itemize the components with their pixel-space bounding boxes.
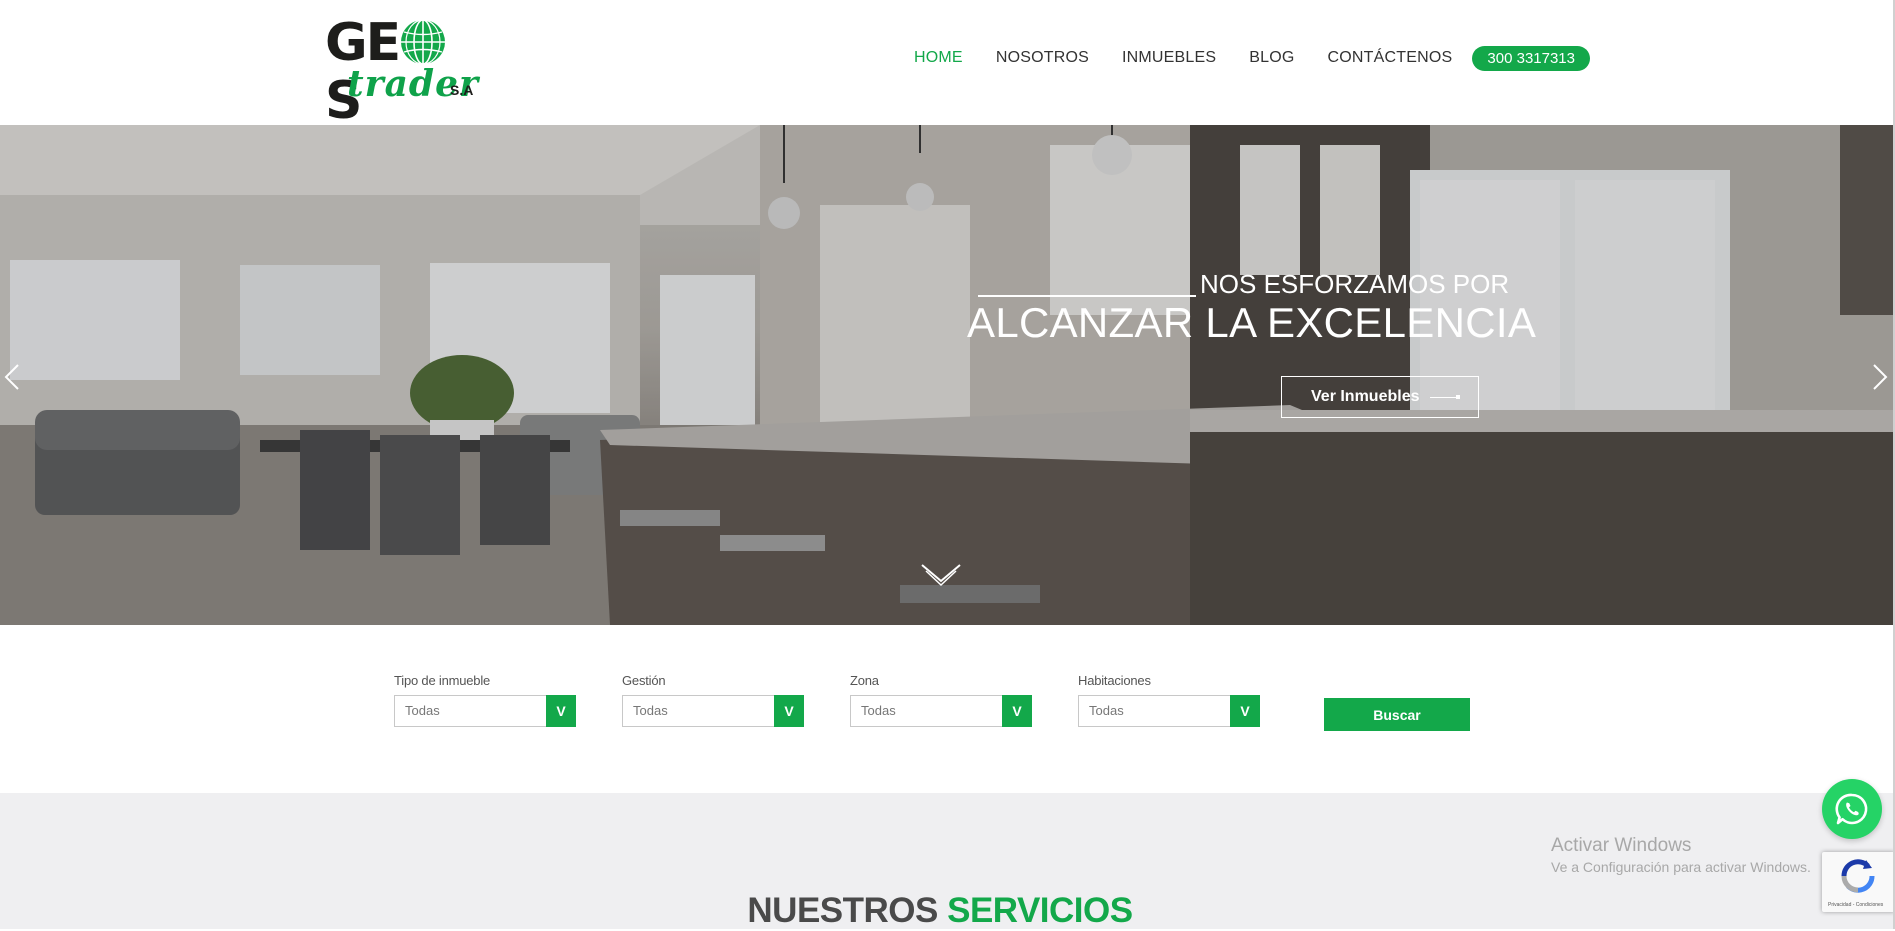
nav-inmuebles[interactable]: INMUEBLES bbox=[1122, 49, 1216, 67]
search-button[interactable]: Buscar bbox=[1324, 698, 1470, 731]
filter-rooms: Habitaciones Todas V bbox=[1078, 673, 1260, 727]
nav-home[interactable]: HOME bbox=[914, 49, 963, 67]
main-nav: HOME NOSOTROS INMUEBLES BLOG CONTÁCTENOS… bbox=[914, 44, 1590, 72]
whatsapp-icon bbox=[1835, 793, 1868, 825]
hero-slider: NOS ESFORZAMOS POR ALCANZAR LA EXCELENCI… bbox=[0, 125, 1895, 625]
hero-subtitle: NOS ESFORZAMOS POR bbox=[1200, 269, 1510, 299]
services-title-part2: SERVICIOS bbox=[947, 891, 1133, 930]
recaptcha-links[interactable]: Privacidad - Condiciones bbox=[1828, 902, 1883, 908]
select-value: Todas bbox=[1089, 703, 1124, 718]
filter-label: Tipo de inmueble bbox=[394, 673, 491, 688]
hero-title: ALCANZAR LA EXCELENCIA bbox=[967, 299, 1537, 346]
filter-label: Habitaciones bbox=[1078, 673, 1151, 688]
nav-nosotros[interactable]: NOSOTROS bbox=[996, 49, 1089, 67]
recaptcha-badge[interactable]: Privacidad - Condiciones bbox=[1822, 852, 1895, 912]
site-header: GE S trader S.A HOME NOSOTROS INMUEBLES … bbox=[0, 0, 1895, 130]
hero-divider-line bbox=[978, 295, 1196, 297]
dropdown-caret-icon[interactable]: V bbox=[1230, 695, 1260, 727]
view-properties-button[interactable]: Ver Inmuebles bbox=[1281, 376, 1479, 418]
globe-icon bbox=[401, 19, 446, 65]
whatsapp-button[interactable] bbox=[1822, 779, 1882, 839]
zone-select[interactable]: Todas V bbox=[850, 695, 1032, 727]
filter-label: Zona bbox=[850, 673, 879, 688]
site-logo[interactable]: GE S trader S.A bbox=[325, 14, 478, 130]
management-select[interactable]: Todas V bbox=[622, 695, 804, 727]
select-value: Todas bbox=[633, 703, 668, 718]
nav-contactenos[interactable]: CONTÁCTENOS bbox=[1328, 49, 1453, 67]
select-value: Todas bbox=[861, 703, 896, 718]
filter-property-type: Tipo de inmueble Todas V bbox=[394, 673, 576, 727]
dropdown-caret-icon[interactable]: V bbox=[546, 695, 576, 727]
services-title-part1: NUESTROS bbox=[747, 891, 938, 930]
view-properties-label: Ver Inmuebles bbox=[1311, 388, 1420, 405]
chevron-left-icon[interactable] bbox=[0, 357, 30, 397]
nav-blog[interactable]: BLOG bbox=[1249, 49, 1294, 67]
windows-activation-watermark: Activar Windows Ve a Configuración para … bbox=[1551, 834, 1811, 876]
arrow-right-icon bbox=[1430, 395, 1460, 399]
filter-zone: Zona Todas V bbox=[850, 673, 1032, 727]
recaptcha-icon bbox=[1841, 859, 1875, 893]
chevron-right-icon[interactable] bbox=[1862, 357, 1892, 397]
dropdown-caret-icon[interactable]: V bbox=[1002, 695, 1032, 727]
property-search: Tipo de inmueble Todas V Gestión Todas V… bbox=[0, 625, 1895, 793]
hero-overlay bbox=[0, 125, 1895, 625]
windows-activation-subtitle: Ve a Configuración para activar Windows. bbox=[1551, 859, 1811, 875]
windows-activation-title: Activar Windows bbox=[1551, 835, 1692, 856]
chevron-down-icon[interactable] bbox=[920, 561, 962, 589]
services-title: NUESTROS SERVICIOS bbox=[0, 891, 1880, 931]
rooms-select[interactable]: Todas V bbox=[1078, 695, 1260, 727]
select-value: Todas bbox=[405, 703, 440, 718]
dropdown-caret-icon[interactable]: V bbox=[774, 695, 804, 727]
filter-label: Gestión bbox=[622, 673, 666, 688]
property-type-select[interactable]: Todas V bbox=[394, 695, 576, 727]
filter-management: Gestión Todas V bbox=[622, 673, 804, 727]
phone-button[interactable]: 300 3317313 bbox=[1472, 45, 1590, 71]
logo-sa-text: S.A bbox=[450, 82, 474, 98]
